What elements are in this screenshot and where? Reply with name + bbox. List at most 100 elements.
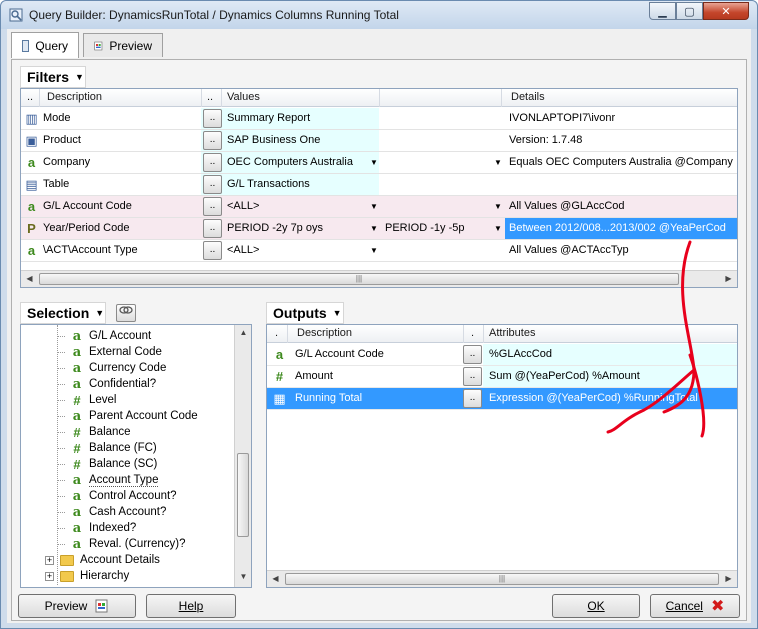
filter-value-button[interactable]: .. (203, 219, 222, 238)
filter-value[interactable]: G/L Transactions (227, 178, 310, 190)
annotation-arrow-icon (606, 240, 706, 438)
outputs-horizontal-scrollbar[interactable]: ◀ ||| ▶ (267, 570, 737, 587)
outputs-col-description[interactable]: Description (297, 327, 352, 339)
tree-item-label: Control Account? (89, 490, 177, 502)
tree-field-item[interactable]: a Currency Code (57, 360, 166, 376)
filters-col-description[interactable]: Description (47, 91, 102, 103)
dropdown-arrow-icon[interactable]: ▼ (494, 202, 502, 211)
scroll-thumb[interactable]: ||| (285, 573, 719, 585)
tree-folder-item[interactable]: + Hierarchy (45, 568, 129, 584)
filter-value-button[interactable]: .. (203, 131, 222, 150)
filter-row[interactable]: ▣ Product.. SAP Business One Version: 1.7.4… (21, 130, 737, 152)
filter-value[interactable]: Summary Report (227, 112, 310, 124)
minimize-button[interactable]: ▁ (649, 2, 676, 20)
selection-vertical-scrollbar[interactable]: ▲ ▼ (234, 325, 251, 587)
tree-field-item[interactable]: a Control Account? (57, 488, 177, 504)
numeric-field-icon: # (73, 424, 81, 440)
filters-col-dots: .. (27, 91, 34, 103)
text-field-icon: a (72, 504, 82, 520)
tree-item-label: Account Type (89, 473, 159, 487)
filter-value[interactable]: SAP Business One (227, 134, 320, 146)
cancel-button[interactable]: Cancel ✖ (650, 594, 740, 618)
tree-folder-item[interactable]: + Account Details (45, 552, 160, 568)
tree-field-item[interactable]: a Indexed? (57, 520, 136, 536)
ok-button[interactable]: OK (552, 594, 640, 618)
outputs-menu[interactable]: Outputs ▼ (266, 302, 344, 324)
preview-button-label: Preview (44, 599, 88, 613)
expand-icon[interactable]: + (45, 555, 54, 565)
tab-query[interactable]: Query (11, 32, 79, 58)
dropdown-arrow-icon[interactable]: ▼ (494, 158, 502, 167)
title-bar[interactable]: Query Builder: DynamicsRunTotal / Dynami… (1, 1, 757, 29)
tab-bar: Query Preview (7, 29, 751, 61)
filter-value[interactable]: <ALL> (227, 244, 259, 256)
tree-field-item[interactable]: # Level (57, 392, 117, 408)
numeric-field-icon: # (73, 456, 81, 472)
tree-item-label: External Code (89, 346, 162, 358)
preview-icon (95, 599, 108, 613)
outputs-label: Outputs (273, 305, 327, 321)
text-field-icon: a (72, 360, 82, 376)
tree-field-item[interactable]: # Balance (SC) (57, 456, 157, 472)
selection-tree: a G/L Account a External Code a Currency Code… (20, 324, 252, 588)
text-field-icon: a (72, 328, 82, 344)
expand-icon[interactable]: + (45, 571, 54, 581)
query-builder-window: Query Builder: DynamicsRunTotal / Dynami… (0, 0, 758, 629)
close-button[interactable]: ✕ (703, 2, 749, 20)
filter-description: Mode (43, 112, 71, 124)
filter-row[interactable]: a Company.. OEC Computers Australia ▼ ▼ Equal… (21, 152, 737, 174)
link-icon (119, 306, 133, 314)
output-description: G/L Account Code (295, 348, 384, 360)
tree-field-item[interactable]: a External Code (57, 344, 162, 360)
output-description: Amount (295, 370, 333, 382)
filter-value-button[interactable]: .. (203, 197, 222, 216)
tree-field-item[interactable]: # Balance (57, 424, 131, 440)
preview-button[interactable]: Preview (18, 594, 136, 618)
filter-value-button[interactable]: .. (203, 175, 222, 194)
scroll-thumb[interactable] (237, 453, 249, 537)
tree-field-item[interactable]: a Account Type (57, 472, 159, 488)
dropdown-arrow-icon[interactable]: ▼ (370, 158, 378, 167)
filter-row[interactable]: ▤ Table.. G/L Transactions (21, 174, 737, 196)
tab-preview[interactable]: Preview (83, 33, 163, 57)
tree-item-label: Balance (SC) (89, 458, 158, 470)
tree-item-label: Level (89, 394, 117, 406)
filters-menu[interactable]: Filters ▼ (20, 66, 86, 88)
tree-field-item[interactable]: a Parent Account Code (57, 408, 198, 424)
numeric-field-icon: # (73, 392, 81, 408)
help-button[interactable]: Help (146, 594, 236, 618)
scroll-right-icon[interactable]: ▶ (720, 271, 737, 287)
text-field-icon: a (72, 408, 82, 424)
maximize-button[interactable]: ▢ (676, 2, 703, 20)
filter-value-button[interactable]: .. (203, 153, 222, 172)
filter-description: Company (43, 156, 91, 168)
filter-value[interactable]: <ALL> (227, 200, 259, 212)
filter-value-button[interactable]: .. (203, 109, 222, 128)
tree-field-item[interactable]: a Confidential? (57, 376, 156, 392)
scroll-left-icon[interactable]: ◀ (267, 571, 284, 587)
cancel-button-label: Cancel (665, 599, 703, 613)
filters-col-values[interactable]: Values (227, 91, 260, 103)
selection-menu[interactable]: Selection ▼ (20, 302, 106, 324)
link-toggle-button[interactable] (116, 304, 136, 322)
tree-field-item[interactable]: # Balance (FC) (57, 440, 157, 456)
tree-field-item[interactable]: a G/L Account (57, 328, 151, 344)
scroll-right-icon[interactable]: ▶ (720, 571, 737, 587)
scroll-up-icon[interactable]: ▲ (235, 325, 251, 342)
scroll-left-icon[interactable]: ◀ (21, 271, 38, 287)
filter-value[interactable]: PERIOD -2y 7p oys (227, 222, 323, 234)
tree-item-label: G/L Account (89, 330, 152, 342)
tree-field-item[interactable]: a Cash Account? (57, 504, 166, 520)
dropdown-arrow-icon[interactable]: ▼ (370, 202, 378, 211)
filter-value-button[interactable]: .. (203, 241, 222, 260)
filter-row[interactable]: a G/L Account Code.. <ALL> ▼ ▼ All Values @GL… (21, 196, 737, 218)
chevron-down-icon: ▼ (332, 308, 342, 318)
cancel-x-icon: ✖ (710, 598, 725, 615)
folder-icon (60, 570, 74, 582)
tree-field-item[interactable]: a Reval. (Currency)? (57, 536, 186, 552)
filter-value[interactable]: OEC Computers Australia (227, 156, 353, 168)
calculator-icon: ▦ (273, 391, 286, 406)
filter-row[interactable]: ▥ Mode.. Summary Report IVONLAPTOPI7\ivonr (21, 108, 737, 130)
scroll-down-icon[interactable]: ▼ (235, 569, 251, 586)
filters-col-details[interactable]: Details (511, 91, 545, 103)
